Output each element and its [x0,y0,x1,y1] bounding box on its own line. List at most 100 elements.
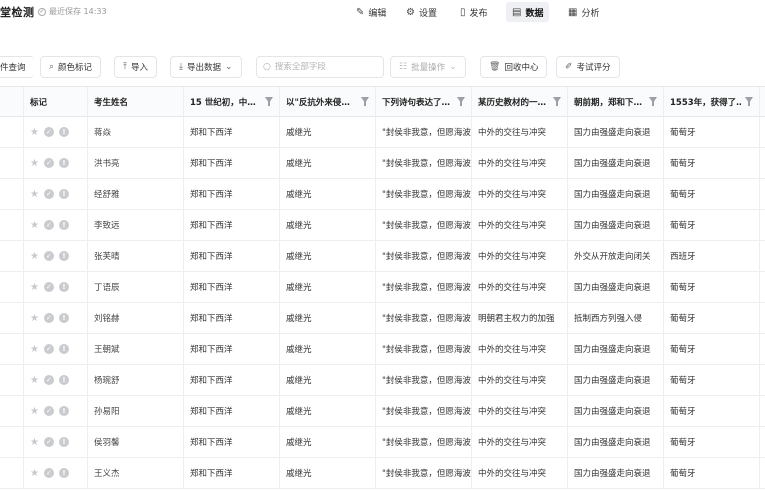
row-select[interactable] [0,396,24,426]
table-row[interactable]: ★ ✓! 王义杰 郑和下西洋 戚继光 "封侯非我意，但愿海波 中外的交往与冲突 国力由强盛走向… [0,458,765,489]
cell-answer[interactable]: 葡萄牙 [664,365,760,395]
grading-button[interactable]: ✐ 考试评分 [556,56,620,78]
cell-answer[interactable]: 国力由强盛走向衰退 [568,179,664,209]
header-q1[interactable]: 15 世纪初，中… [184,87,280,116]
star-icon[interactable]: ★ [30,468,39,479]
cell-answer[interactable]: 戚继光 [280,427,376,457]
cell-answer[interactable]: 葡萄牙 [664,179,760,209]
filter-icon[interactable] [265,97,273,106]
star-icon[interactable]: ★ [30,344,39,355]
cell-answer[interactable]: 郑和下西洋 [184,272,280,302]
cell-student-name[interactable]: 丁语辰 [88,272,184,302]
row-select[interactable] [0,272,24,302]
cell-student-name[interactable]: 李致远 [88,210,184,240]
export-button[interactable]: ⤓ 导出数据 ⌄ [170,56,242,78]
check-circle-icon[interactable]: ✓ [43,344,54,354]
cell-answer[interactable]: 中外的交往与冲突 [472,396,568,426]
check-circle-icon[interactable]: ✓ [43,158,54,168]
header-q4[interactable]: 某历史教材的一… [472,87,568,116]
cell-student-name[interactable]: 经舒雅 [88,179,184,209]
cell-answer[interactable]: 戚继光 [280,303,376,333]
nav-publish[interactable]: ▯ 发布 [454,2,494,22]
cell-answer[interactable]: 葡萄牙 [664,210,760,240]
cell-student-name[interactable]: 王义杰 [88,458,184,488]
cell-answer[interactable]: 戚继光 [280,272,376,302]
alert-circle-icon[interactable]: ! [58,220,69,230]
alert-circle-icon[interactable]: ! [58,468,69,478]
cell-answer[interactable]: 葡萄牙 [664,334,760,364]
cell-student-name[interactable]: 蒋焱 [88,117,184,147]
cell-student-name[interactable]: 王朝斌 [88,334,184,364]
header-q6[interactable]: 1553年，获得了… [664,87,760,116]
cell-answer[interactable]: 中外的交往与冲突 [472,272,568,302]
table-row[interactable]: ★ ✓! 孙易阳 郑和下西洋 戚继光 "封侯非我意，但愿海波 中外的交往与冲突 国力由强盛走向… [0,396,765,427]
cell-answer[interactable]: 中外的交往与冲突 [472,365,568,395]
cell-answer[interactable]: "封侯非我意，但愿海波 [376,334,472,364]
cell-answer[interactable]: 郑和下西洋 [184,334,280,364]
row-select[interactable] [0,241,24,271]
star-icon[interactable]: ★ [30,406,39,417]
header-q3[interactable]: 下列诗句表达了… [376,87,472,116]
nav-settings[interactable]: ⚙ 设置 [400,2,443,22]
star-icon[interactable]: ★ [30,437,39,448]
cell-answer[interactable]: 葡萄牙 [664,396,760,426]
cell-answer[interactable]: 国力由强盛走向衰退 [568,334,664,364]
color-mark-button[interactable]: ⌕ 颜色标记 [40,56,102,78]
header-q2[interactable]: 以"反抗外来侵… [280,87,376,116]
cell-answer[interactable]: 郑和下西洋 [184,458,280,488]
alert-circle-icon[interactable]: ! [58,282,69,292]
cell-answer[interactable]: "封侯非我意，但愿海波 [376,148,472,178]
cell-answer[interactable]: 葡萄牙 [664,427,760,457]
condition-query-button[interactable]: 件查询 [0,56,34,78]
star-icon[interactable]: ★ [30,251,39,262]
cell-answer[interactable]: 郑和下西洋 [184,148,280,178]
cell-answer[interactable]: 戚继光 [280,210,376,240]
check-circle-icon[interactable]: ✓ [43,468,54,478]
cell-answer[interactable]: 国力由强盛走向衰退 [568,427,664,457]
cell-answer[interactable]: 戚继光 [280,148,376,178]
cell-answer[interactable]: "封侯非我意，但愿海波 [376,241,472,271]
cell-answer[interactable]: 国力由强盛走向衰退 [568,458,664,488]
alert-circle-icon[interactable]: ! [58,375,69,385]
cell-answer[interactable]: 郑和下西洋 [184,210,280,240]
filter-icon[interactable] [553,97,561,106]
cell-answer[interactable]: 郑和下西洋 [184,365,280,395]
row-select[interactable] [0,365,24,395]
cell-answer[interactable]: "封侯非我意，但愿海波 [376,458,472,488]
cell-answer[interactable]: 外交从开放走向闭关 [568,241,664,271]
cell-answer[interactable]: 葡萄牙 [664,458,760,488]
cell-answer[interactable]: 郑和下西洋 [184,427,280,457]
alert-circle-icon[interactable]: ! [58,158,69,168]
cell-answer[interactable]: 葡萄牙 [664,303,760,333]
alert-circle-icon[interactable]: ! [58,127,69,137]
filter-icon[interactable] [457,97,465,106]
star-icon[interactable]: ★ [30,313,39,324]
check-circle-icon[interactable]: ✓ [43,189,54,199]
filter-icon[interactable] [649,97,657,106]
cell-answer[interactable]: 西班牙 [664,241,760,271]
cell-answer[interactable]: 明朝君主权力的加强 [472,303,568,333]
cell-answer[interactable]: 国力由强盛走向衰退 [568,365,664,395]
cell-answer[interactable]: 郑和下西洋 [184,303,280,333]
table-row[interactable]: ★ ✓! 侯羽馨 郑和下西洋 戚继光 "封侯非我意，但愿海波 中外的交往与冲突 国力由强盛走向… [0,427,765,458]
cell-answer[interactable]: 郑和下西洋 [184,117,280,147]
cell-answer[interactable]: "封侯非我意，但愿海波 [376,365,472,395]
search-box[interactable]: ○ [256,56,384,78]
cell-answer[interactable]: 郑和下西洋 [184,396,280,426]
cell-answer[interactable]: 国力由强盛走向衰退 [568,148,664,178]
cell-answer[interactable]: "封侯非我意，但愿海波 [376,427,472,457]
cell-answer[interactable]: 国力由强盛走向衰退 [568,396,664,426]
cell-answer[interactable]: 郑和下西洋 [184,241,280,271]
cell-answer[interactable]: 中外的交往与冲突 [472,179,568,209]
cell-answer[interactable]: 中外的交往与冲突 [472,427,568,457]
cell-answer[interactable]: 戚继光 [280,334,376,364]
alert-circle-icon[interactable]: ! [58,313,69,323]
check-circle-icon[interactable]: ✓ [43,437,54,447]
check-circle-icon[interactable]: ✓ [43,375,54,385]
table-row[interactable]: ★ ✓! 王朝斌 郑和下西洋 戚继光 "封侯非我意，但愿海波 中外的交往与冲突 国力由强盛走向… [0,334,765,365]
row-select[interactable] [0,458,24,488]
cell-answer[interactable]: 戚继光 [280,365,376,395]
cell-answer[interactable]: 中外的交往与冲突 [472,210,568,240]
header-select[interactable] [0,87,24,116]
cell-answer[interactable]: 国力由强盛走向衰退 [568,272,664,302]
